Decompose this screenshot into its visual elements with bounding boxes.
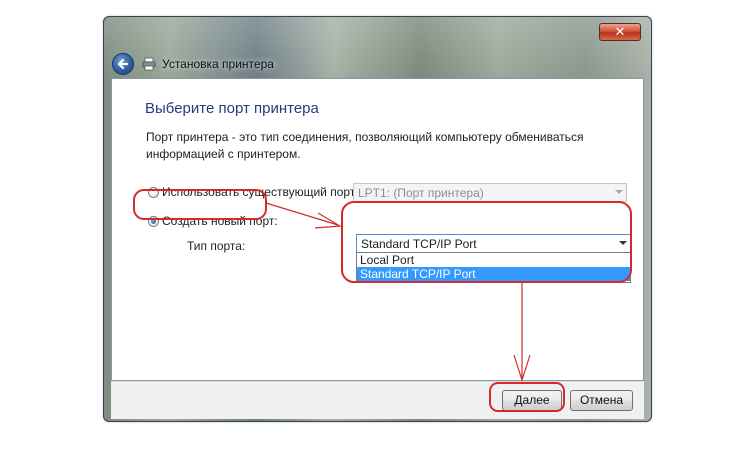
existing-port-label[interactable]: Использовать существующий порт: [162,185,359,199]
printer-setup-window: ✕ Установка принтера Выберите порт принт… [103,16,652,422]
existing-port-radio[interactable] [148,187,159,198]
command-bar: Далее Отмена [111,381,644,419]
port-type-select[interactable]: Standard TCP/IP Port [356,234,631,253]
printer-icon [142,57,156,71]
next-button[interactable]: Далее [502,390,562,411]
wizard-content: Выберите порт принтера Порт принтера - э… [111,78,644,381]
chevron-down-icon [619,241,627,245]
existing-port-select: LPT1: (Порт принтера) [353,183,627,202]
existing-port-value: LPT1: (Порт принтера) [358,186,484,200]
dropdown-option-standard-tcpip-port[interactable]: Standard TCP/IP Port [357,267,630,281]
new-port-radio[interactable] [148,216,159,227]
port-type-label: Тип порта: [187,239,246,253]
port-type-dropdown-list: Local Port Standard TCP/IP Port [356,252,631,283]
page-title: Выберите порт принтера [145,100,319,117]
back-button[interactable] [112,53,134,75]
cancel-button[interactable]: Отмена [570,390,633,411]
dropdown-option-local-port[interactable]: Local Port [357,253,630,267]
back-arrow-icon [117,58,129,70]
navigation-bar: Установка принтера [112,51,643,81]
page-description: Порт принтера - это тип соединения, позв… [146,130,584,161]
close-button[interactable]: ✕ [599,23,641,41]
window-title: Установка принтера [162,57,274,71]
chevron-down-icon [615,190,623,194]
new-port-label[interactable]: Создать новый порт: [162,214,278,228]
port-type-value: Standard TCP/IP Port [361,237,477,251]
close-icon: ✕ [614,24,626,39]
